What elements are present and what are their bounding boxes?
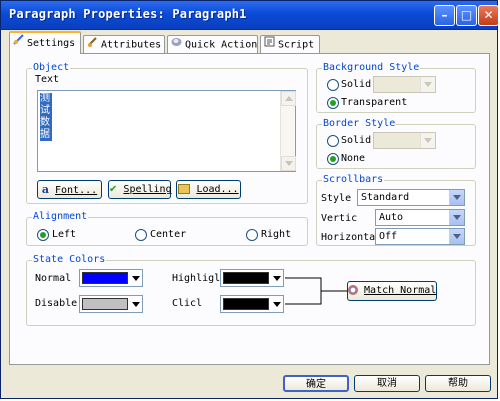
tab-label: Attributes: [101, 39, 162, 51]
group-legend: State Colors: [32, 254, 107, 266]
scroll-style-label: Style: [321, 193, 352, 204]
window-title: Paragraph Properties: Paragraph1: [9, 7, 247, 21]
chevron-down-icon: [420, 133, 435, 148]
background-solid-radio[interactable]: [327, 79, 339, 91]
tab-script[interactable]: Script: [260, 35, 320, 53]
match-normal-label: Match Normal: [364, 285, 437, 296]
chevron-down-icon: [273, 276, 281, 281]
script-icon: [264, 36, 275, 53]
select-value: Auto: [379, 212, 404, 223]
checkmark-icon: ✔: [109, 184, 118, 195]
spelling-button-label: Spelling: [123, 184, 172, 195]
close-button[interactable]: ✕: [478, 5, 499, 26]
maximize-button[interactable]: □: [456, 5, 477, 26]
chevron-down-icon: [273, 302, 281, 307]
click-color-picker[interactable]: [220, 295, 284, 313]
font-button[interactable]: a Font...: [37, 180, 102, 199]
scroll-down-icon[interactable]: [281, 156, 296, 171]
align-left-radio[interactable]: [37, 229, 49, 241]
text-content: 测 试 数 据: [40, 93, 52, 141]
select-value: Off: [379, 231, 398, 242]
background-transparent-label: Transparent: [341, 97, 408, 108]
dialog-window: Paragraph Properties: Paragraph1 – □ ✕ S…: [0, 0, 499, 399]
disabled-color-swatch: [82, 298, 128, 310]
align-right-label: Right: [261, 229, 292, 240]
text-area[interactable]: 测 试 数 据: [37, 90, 296, 172]
scroll-horizontal-select[interactable]: Off: [375, 228, 465, 245]
chevron-down-icon: [420, 77, 435, 92]
group-legend: Background Style: [322, 62, 421, 74]
title-bar[interactable]: Paragraph Properties: Paragraph1 – □ ✕: [1, 1, 499, 30]
scroll-vertical-select[interactable]: Auto: [375, 209, 465, 226]
chevron-down-icon: [449, 190, 464, 205]
border-color-dropdown[interactable]: [373, 132, 436, 149]
border-solid-radio[interactable]: [327, 135, 339, 147]
background-solid-label: Solid: [341, 79, 372, 90]
background-transparent-radio[interactable]: [327, 97, 339, 109]
font-button-label: Font...: [55, 185, 98, 196]
group-legend: Scrollbars: [322, 174, 385, 186]
group-legend: Border Style: [322, 118, 397, 130]
text-label: Text: [35, 74, 60, 85]
border-none-radio[interactable]: [327, 153, 339, 165]
tab-settings[interactable]: Settings: [9, 31, 81, 54]
scroll-vertical-label: Vertic: [321, 213, 358, 224]
normal-color-label: Normal: [35, 273, 72, 284]
chevron-down-icon: [449, 210, 464, 225]
attributes-icon: [87, 36, 98, 53]
click-color-swatch: [223, 298, 269, 310]
settings-icon: [13, 33, 24, 53]
scroll-style-select[interactable]: Standard: [357, 189, 465, 206]
settings-panel: Object Text 测 试 数 据 a Font... ✔ Spelling…: [9, 53, 490, 365]
tab-label: Quick Action: [185, 39, 258, 51]
group-legend: Object: [32, 62, 71, 74]
tab-attributes[interactable]: Attributes: [83, 35, 165, 53]
tab-label: Script: [278, 39, 315, 51]
folder-icon: [178, 184, 191, 194]
chevron-down-icon: [132, 302, 140, 307]
disabled-color-label: Disable: [35, 298, 78, 309]
scroll-up-icon[interactable]: [281, 91, 296, 106]
normal-color-picker[interactable]: [79, 269, 143, 287]
click-color-label: Clicl: [172, 298, 203, 309]
highlight-color-picker[interactable]: [220, 269, 284, 287]
text-scrollbar[interactable]: [280, 91, 296, 171]
align-left-label: Left: [52, 229, 77, 240]
cancel-button[interactable]: 取消: [354, 375, 420, 392]
border-style-group: Border Style Solid None: [316, 118, 476, 169]
load-button[interactable]: Load...: [176, 180, 241, 199]
chevron-down-icon: [132, 276, 140, 281]
object-group: Object Text 测 试 数 据 a Font... ✔ Spelling…: [26, 62, 308, 204]
disabled-color-picker[interactable]: [79, 295, 143, 313]
match-normal-button[interactable]: Match Normal: [347, 281, 437, 301]
tab-label: Settings: [27, 38, 76, 49]
spelling-button[interactable]: ✔ Spelling: [108, 180, 172, 199]
chevron-down-icon: [449, 229, 464, 244]
border-none-label: None: [341, 153, 366, 164]
font-icon: a: [41, 183, 49, 196]
align-right-radio[interactable]: [246, 229, 258, 241]
background-style-group: Background Style Solid Transparent: [316, 62, 476, 113]
group-legend: Alignment: [32, 211, 89, 223]
tab-quick-action[interactable]: Quick Action: [167, 35, 258, 53]
highlight-color-swatch: [223, 272, 269, 284]
select-value: Standard: [361, 192, 410, 203]
scrollbars-group: Scrollbars Style Standard Vertic Auto Ho…: [316, 174, 476, 246]
minimize-button[interactable]: –: [434, 5, 455, 26]
background-color-dropdown[interactable]: [373, 76, 436, 93]
border-solid-label: Solid: [341, 135, 372, 146]
match-icon: [348, 285, 358, 295]
normal-color-swatch: [82, 272, 128, 284]
state-colors-group: State Colors Normal Disable Highligl Cli…: [26, 254, 476, 326]
ok-button[interactable]: 确定: [283, 375, 349, 392]
align-center-radio[interactable]: [135, 229, 147, 241]
load-button-label: Load...: [196, 184, 239, 195]
bracket-connector: [285, 277, 347, 305]
align-center-label: Center: [150, 229, 187, 240]
highlight-color-label: Highligl: [172, 273, 221, 284]
scroll-horizontal-label: Horizonta: [321, 232, 376, 243]
quick-action-icon: [171, 36, 182, 53]
help-button[interactable]: 帮助: [425, 375, 491, 392]
alignment-group: Alignment Left Center Right: [26, 211, 308, 246]
